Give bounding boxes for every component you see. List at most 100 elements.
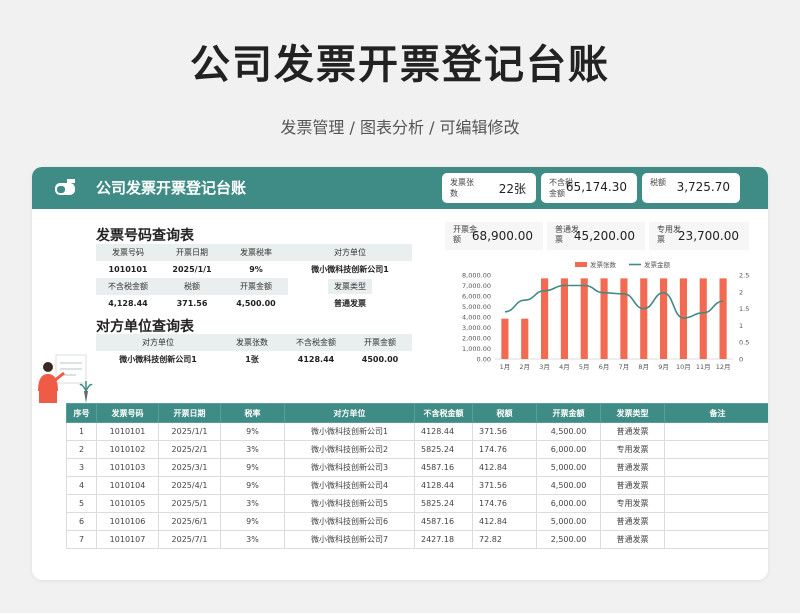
cell-type[interactable]: 普通发票: [600, 458, 665, 477]
bar-invoice-count: [699, 278, 707, 359]
header-col-total[interactable]: 开票金额: [536, 403, 601, 423]
cell-invoice-no[interactable]: 1010105: [96, 494, 159, 513]
cell-note[interactable]: [664, 530, 768, 549]
query-value: 371.56: [160, 295, 224, 312]
cell-tax[interactable]: 412.84: [472, 512, 537, 531]
cell-type[interactable]: 普通发票: [600, 512, 665, 531]
cell-total[interactable]: 5,000.00: [536, 458, 601, 477]
cell-type[interactable]: 专用发票: [600, 440, 665, 459]
cell-type[interactable]: 普通发票: [600, 530, 665, 549]
cell-net[interactable]: 4587.16: [414, 512, 473, 531]
cell-total[interactable]: 4,500.00: [536, 422, 601, 441]
x-tick-label: 1月: [500, 363, 511, 371]
table-row[interactable]: 3 1010103 2025/3/1 9% 微小微科技创新公司3 4587.16 412.8…: [66, 458, 768, 477]
cell-date[interactable]: 2025/1/1: [158, 422, 221, 441]
party-select-input[interactable]: 微小微科技创新公司1: [96, 351, 220, 368]
cell-rate[interactable]: 9%: [220, 422, 285, 441]
cell-seq[interactable]: 3: [66, 458, 97, 477]
cell-invoice-no[interactable]: 1010102: [96, 440, 159, 459]
cell-party[interactable]: 微小微科技创新公司3: [284, 458, 415, 477]
cell-rate[interactable]: 9%: [220, 458, 285, 477]
party-query-title: 对方单位查询表: [96, 319, 194, 335]
header-col-note[interactable]: 备注: [664, 403, 768, 423]
x-tick-label: 8月: [638, 363, 649, 371]
cell-net[interactable]: 5825.24: [414, 494, 473, 513]
cell-party[interactable]: 微小微科技创新公司5: [284, 494, 415, 513]
cell-party[interactable]: 微小微科技创新公司2: [284, 440, 415, 459]
cell-date[interactable]: 2025/5/1: [158, 494, 221, 513]
cell-seq[interactable]: 7: [66, 530, 97, 549]
cell-note[interactable]: [664, 494, 768, 513]
cell-net[interactable]: 4587.16: [414, 458, 473, 477]
cell-rate[interactable]: 3%: [220, 530, 285, 549]
cell-net[interactable]: 2427.18: [414, 530, 473, 549]
cell-note[interactable]: [664, 440, 768, 459]
cell-date[interactable]: 2025/7/1: [158, 530, 221, 549]
y-left-tick-label: 0.00: [477, 356, 491, 364]
cell-note[interactable]: [664, 476, 768, 495]
cell-type[interactable]: 普通发票: [600, 476, 665, 495]
cell-net[interactable]: 4128.44: [414, 422, 473, 441]
cell-rate[interactable]: 3%: [220, 494, 285, 513]
cell-seq[interactable]: 6: [66, 512, 97, 531]
cell-tax[interactable]: 371.56: [472, 422, 537, 441]
header-col-party[interactable]: 对方单位: [284, 403, 415, 423]
y-left-tick-label: 8,000.00: [462, 272, 491, 280]
cell-tax[interactable]: 371.56: [472, 476, 537, 495]
y-left-tick-label: 3,000.00: [462, 324, 491, 332]
table-row[interactable]: 1 1010101 2025/1/1 9% 微小微科技创新公司1 4128.44 371.5…: [66, 422, 768, 441]
table-row[interactable]: 5 1010105 2025/5/1 3% 微小微科技创新公司5 5825.24 174.7…: [66, 494, 768, 513]
cell-invoice-no[interactable]: 1010104: [96, 476, 159, 495]
header-col-invoice-no[interactable]: 发票号码: [96, 403, 159, 423]
query-header: 不含税金额: [284, 334, 348, 351]
table-row[interactable]: 4 1010104 2025/4/1 9% 微小微科技创新公司4 4128.44 371.5…: [66, 476, 768, 495]
query-header: 发票税率: [224, 244, 288, 261]
header-col-rate[interactable]: 税率: [220, 403, 285, 423]
cell-date[interactable]: 2025/6/1: [158, 512, 221, 531]
cell-party[interactable]: 微小微科技创新公司4: [284, 476, 415, 495]
cell-net[interactable]: 5825.24: [414, 440, 473, 459]
cell-seq[interactable]: 1: [66, 422, 97, 441]
header-col-date[interactable]: 开票日期: [158, 403, 221, 423]
cell-net[interactable]: 4128.44: [414, 476, 473, 495]
cell-invoice-no[interactable]: 1010103: [96, 458, 159, 477]
cell-note[interactable]: [664, 422, 768, 441]
cell-party[interactable]: 微小微科技创新公司6: [284, 512, 415, 531]
cell-invoice-no[interactable]: 1010101: [96, 422, 159, 441]
monthly-invoice-chart: 0.00 1,000.00 2,000.00 3,000.00 4,000.00 5,00…: [462, 260, 749, 371]
cell-date[interactable]: 2025/3/1: [158, 458, 221, 477]
cell-note[interactable]: [664, 512, 768, 531]
cell-seq[interactable]: 4: [66, 476, 97, 495]
table-row[interactable]: 2 1010102 2025/2/1 3% 微小微科技创新公司2 5825.24 174.7…: [66, 440, 768, 459]
cell-tax[interactable]: 174.76: [472, 494, 537, 513]
cell-type[interactable]: 专用发票: [600, 494, 665, 513]
cell-type[interactable]: 普通发票: [600, 422, 665, 441]
cell-party[interactable]: 微小微科技创新公司1: [284, 422, 415, 441]
cell-total[interactable]: 6,000.00: [536, 440, 601, 459]
invoice-number-input[interactable]: 1010101: [96, 261, 160, 278]
cell-note[interactable]: [664, 458, 768, 477]
cell-tax[interactable]: 412.84: [472, 458, 537, 477]
cell-total[interactable]: 6,000.00: [536, 494, 601, 513]
cell-seq[interactable]: 5: [66, 494, 97, 513]
header-col-seq[interactable]: 序号: [66, 403, 97, 423]
cell-invoice-no[interactable]: 1010107: [96, 530, 159, 549]
table-row[interactable]: 7 1010107 2025/7/1 3% 微小微科技创新公司7 2427.18 72.82…: [66, 530, 768, 549]
cell-rate[interactable]: 9%: [220, 512, 285, 531]
cell-total[interactable]: 5,000.00: [536, 512, 601, 531]
cell-rate[interactable]: 9%: [220, 476, 285, 495]
cell-date[interactable]: 2025/2/1: [158, 440, 221, 459]
cell-rate[interactable]: 3%: [220, 440, 285, 459]
header-col-type[interactable]: 发票类型: [600, 403, 665, 423]
cell-total[interactable]: 4,500.00: [536, 476, 601, 495]
cell-party[interactable]: 微小微科技创新公司7: [284, 530, 415, 549]
cell-tax[interactable]: 174.76: [472, 440, 537, 459]
cell-tax[interactable]: 72.82: [472, 530, 537, 549]
cell-total[interactable]: 2,500.00: [536, 530, 601, 549]
header-col-tax[interactable]: 税额: [472, 403, 537, 423]
cell-date[interactable]: 2025/4/1: [158, 476, 221, 495]
cell-invoice-no[interactable]: 1010106: [96, 512, 159, 531]
cell-seq[interactable]: 2: [66, 440, 97, 459]
table-row[interactable]: 6 1010106 2025/6/1 9% 微小微科技创新公司6 4587.16 412.8…: [66, 512, 768, 531]
header-col-net[interactable]: 不含税金额: [414, 403, 473, 423]
